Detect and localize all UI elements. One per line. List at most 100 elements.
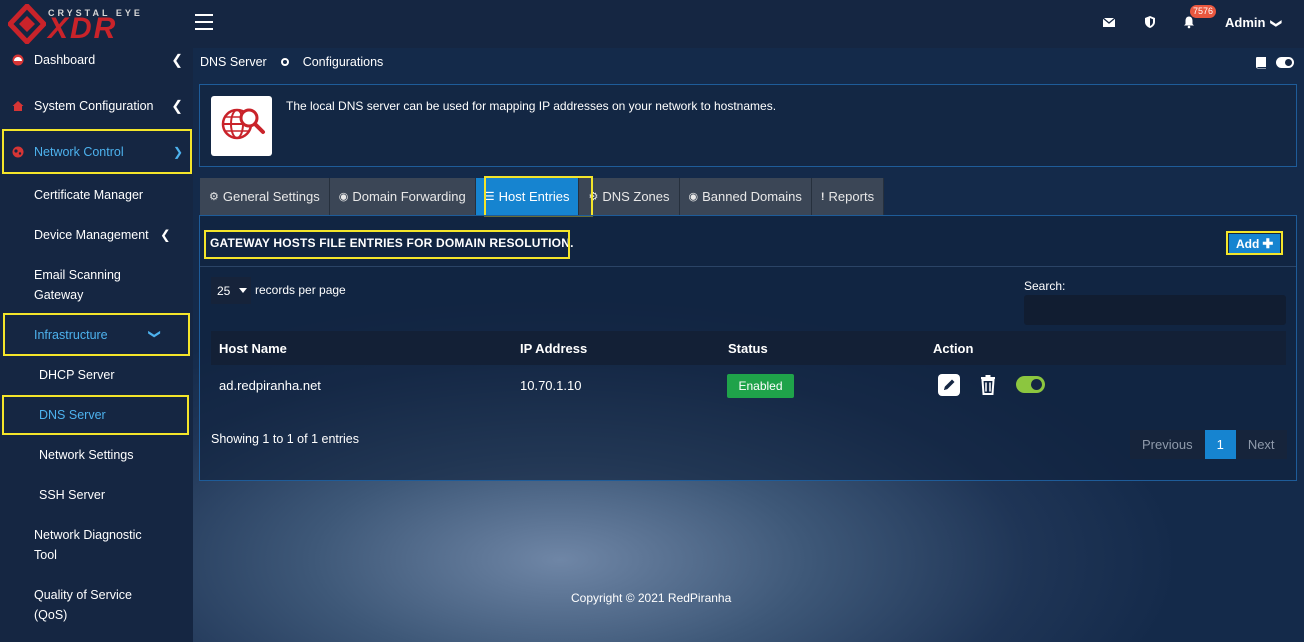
tab-banned-domains[interactable]: ◉ Banned Domains	[679, 178, 812, 215]
chevron-down-icon: ❯	[1270, 18, 1283, 29]
table-row: ad.redpiranha.net 10.70.1.10 Enabled	[211, 365, 1286, 407]
sidebar-item-network-control[interactable]: Network Control ❯	[0, 142, 193, 162]
sidebar: CRYSTAL EYE XDR Dashboard ❮ System Confi…	[0, 0, 193, 642]
tab-label: Banned Domains	[702, 189, 802, 204]
topbar: 7576 Admin ❯	[193, 0, 1304, 48]
next-page-button[interactable]: Next	[1235, 430, 1287, 459]
records-per-page-value: 25	[217, 283, 231, 298]
gears-icon: ⚙	[209, 191, 219, 203]
column-header-ip-address[interactable]: IP Address	[520, 341, 587, 356]
pagination-info: Showing 1 to 1 of 1 entries	[211, 432, 360, 446]
column-header-action[interactable]: Action	[933, 341, 973, 356]
gear-icon: ⚙	[588, 191, 599, 203]
cell-ip-address: 10.70.1.10	[520, 378, 582, 393]
pencil-icon	[944, 379, 955, 390]
tab-bar: ⚙ General Settings ◉ Domain Forwarding ☰…	[200, 178, 885, 215]
records-per-page-label: records per page	[255, 283, 346, 297]
tab-label: Host Entries	[498, 189, 570, 204]
sidebar-item-network-diagnostic-tool[interactable]: Tool	[34, 545, 57, 565]
mail-icon[interactable]	[1102, 15, 1116, 29]
chevron-left-icon: ❮	[160, 228, 171, 242]
status-badge: Enabled	[727, 374, 794, 398]
breadcrumb-page: Configurations	[302, 55, 384, 69]
theme-toggle-icon[interactable]	[1276, 57, 1294, 68]
info-panel: The local DNS server can be used for map…	[199, 84, 1297, 167]
sidebar-item-network-settings[interactable]: Network Settings	[39, 445, 133, 465]
shield-icon[interactable]	[1143, 15, 1157, 29]
breadcrumb-separator-icon	[280, 58, 289, 66]
tab-label: Domain Forwarding	[352, 189, 466, 204]
plus-icon: ✚	[1262, 236, 1274, 251]
sidebar-item-device-management[interactable]: Device Management ❮	[34, 225, 171, 245]
sidebar-item-label: Infrastructure	[34, 328, 108, 342]
globe-icon: ◉	[688, 191, 699, 203]
records-per-page-select[interactable]: 25	[211, 277, 251, 304]
host-entries-panel: GATEWAY HOSTS FILE ENTRIES FOR DOMAIN RE…	[199, 215, 1297, 481]
sidebar-item-system-configuration[interactable]: System Configuration ❮	[0, 96, 193, 116]
footer-copyright: Copyright © 2021 RedPiranha	[571, 591, 732, 605]
tab-reports[interactable]: ! Reports	[811, 178, 885, 215]
sidebar-item-infrastructure[interactable]: Infrastructure	[34, 325, 108, 345]
sidebar-item-label: Network Control	[34, 145, 124, 159]
page-1-button[interactable]: 1	[1204, 430, 1236, 459]
sidebar-item-network-diagnostic[interactable]: Network Diagnostic	[34, 525, 142, 545]
search-input[interactable]	[1024, 295, 1286, 325]
toggle-knob	[1031, 379, 1042, 390]
sidebar-item-email-scanning-gateway[interactable]: Gateway	[34, 285, 83, 305]
tab-label: Reports	[828, 189, 875, 204]
globe-icon: ◉	[338, 191, 349, 203]
breadcrumb-section[interactable]: DNS Server	[200, 55, 267, 69]
enable-toggle[interactable]	[1016, 376, 1045, 393]
brand-logo[interactable]: CRYSTAL EYE XDR	[8, 2, 168, 46]
dashboard-icon	[12, 54, 24, 66]
menu-icon[interactable]	[195, 14, 213, 30]
tab-dns-zones[interactable]: ⚙ DNS Zones	[579, 178, 680, 215]
previous-page-button[interactable]: Previous	[1130, 430, 1205, 459]
admin-label: Admin	[1225, 15, 1266, 30]
add-button-label: Add	[1236, 237, 1260, 251]
home-icon	[12, 101, 24, 111]
chevron-down-icon: ❯	[172, 145, 183, 159]
sidebar-item-email-scanning[interactable]: Email Scanning	[34, 265, 121, 285]
sidebar-item-label: Dashboard	[34, 53, 96, 67]
tab-domain-forwarding[interactable]: ◉ Domain Forwarding	[329, 178, 476, 215]
admin-menu[interactable]: Admin ❯	[1225, 15, 1283, 30]
trash-icon[interactable]	[978, 374, 998, 396]
tab-host-entries[interactable]: ☰ Host Entries	[475, 178, 580, 215]
chevron-down-icon: ❯	[148, 328, 163, 340]
sidebar-item-qos-abbr[interactable]: (QoS)	[34, 605, 67, 625]
table-header: Host Name IP Address Status Action	[211, 331, 1286, 365]
column-header-host-name[interactable]: Host Name	[219, 341, 287, 356]
dns-globe-search-icon	[211, 96, 272, 156]
sidebar-item-label: Device Management	[34, 228, 149, 242]
tab-label: DNS Zones	[602, 189, 670, 204]
book-icon[interactable]	[1255, 56, 1268, 69]
notification-badge: 7576	[1190, 5, 1217, 18]
list-icon: ☰	[484, 191, 495, 203]
panel-divider	[200, 266, 1296, 267]
add-button[interactable]: Add ✚	[1229, 234, 1281, 254]
panel-title: GATEWAY HOSTS FILE ENTRIES FOR DOMAIN RE…	[210, 236, 574, 250]
exclamation-icon: !	[820, 190, 825, 203]
sidebar-item-certificate-manager[interactable]: Certificate Manager	[34, 185, 143, 205]
network-globe-icon	[12, 146, 24, 158]
tab-general-settings[interactable]: ⚙ General Settings	[200, 178, 330, 215]
brand-main-text: XDR	[48, 12, 118, 45]
dropdown-arrow-icon	[239, 288, 247, 293]
edit-button[interactable]	[938, 374, 960, 396]
sidebar-item-ssh-server[interactable]: SSH Server	[39, 485, 105, 505]
sidebar-item-qos[interactable]: Quality of Service	[34, 585, 132, 605]
sidebar-item-dashboard[interactable]: Dashboard ❮	[0, 50, 193, 70]
chevron-left-icon: ❮	[171, 97, 183, 114]
pagination: Previous 1 Next	[1130, 430, 1287, 459]
sidebar-item-dhcp-server[interactable]: DHCP Server	[39, 365, 114, 385]
sidebar-item-label: System Configuration	[34, 99, 154, 113]
sidebar-item-dns-server[interactable]: DNS Server	[39, 405, 106, 425]
chevron-left-icon: ❮	[171, 51, 183, 68]
column-header-status[interactable]: Status	[728, 341, 768, 356]
info-description: The local DNS server can be used for map…	[286, 99, 777, 113]
cell-host-name: ad.redpiranha.net	[219, 378, 321, 393]
breadcrumb: DNS Server Configurations	[200, 55, 383, 69]
search-label: Search:	[1024, 279, 1066, 293]
tab-label: General Settings	[222, 189, 320, 204]
